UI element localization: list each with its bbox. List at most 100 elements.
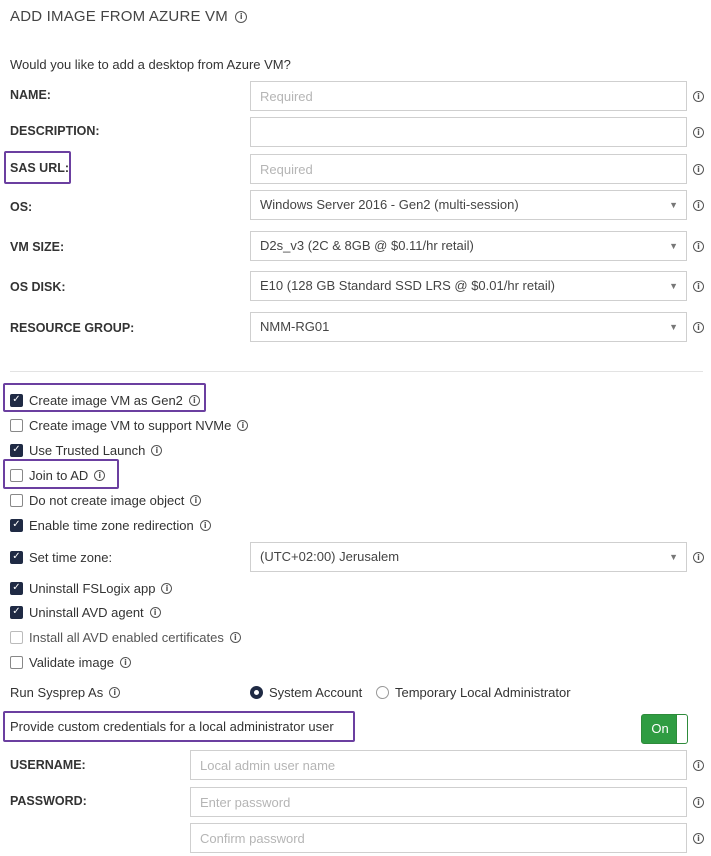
radio-label: System Account <box>269 684 363 700</box>
sas-url-input[interactable] <box>250 154 687 184</box>
custom-credentials-label: Provide custom credentials for a local a… <box>10 719 334 734</box>
info-icon[interactable]: i <box>188 394 200 406</box>
info-icon[interactable]: i <box>120 656 132 668</box>
timezone-info-icon[interactable]: i <box>693 552 704 563</box>
resource-group-select[interactable]: NMM-RG01 ▼ <box>250 312 687 342</box>
option-label: Install all AVD enabled certificates <box>29 629 224 645</box>
option-create-gen2[interactable]: Create image VM as Gen2 i <box>10 390 200 410</box>
option-timezone-redirection[interactable]: Enable time zone redirection i <box>10 515 211 535</box>
os-disk-select[interactable]: E10 (128 GB Standard SSD LRS @ $0.01/hr … <box>250 271 687 301</box>
description-label: DESCRIPTION: <box>10 124 100 138</box>
page-subtitle: Would you like to add a desktop from Azu… <box>10 57 291 72</box>
option-set-timezone[interactable]: Set time zone: <box>10 547 112 567</box>
password-label: PASSWORD: <box>10 794 87 808</box>
sysprep-label-text: Run Sysprep As <box>10 684 104 700</box>
option-join-ad[interactable]: Join to AD i <box>10 465 106 485</box>
sas-url-info-icon[interactable]: i <box>693 164 704 175</box>
chevron-down-icon: ▼ <box>669 322 678 332</box>
checkbox-checked[interactable] <box>10 605 23 619</box>
option-label: Create image VM as Gen2 <box>29 392 183 408</box>
password-input[interactable] <box>190 787 687 817</box>
custom-credentials-toggle[interactable]: On <box>641 714 688 744</box>
vm-size-select[interactable]: D2s_v3 (2C & 8GB @ $0.11/hr retail) ▼ <box>250 231 687 261</box>
option-uninstall-fslogix[interactable]: Uninstall FSLogix app i <box>10 578 173 598</box>
os-select[interactable]: Windows Server 2016 - Gen2 (multi-sessio… <box>250 190 687 220</box>
checkbox-checked[interactable] <box>10 518 23 532</box>
info-icon[interactable]: i <box>161 582 173 594</box>
confirm-password-info-icon[interactable]: i <box>693 833 704 844</box>
vm-size-label: VM SIZE: <box>10 240 65 254</box>
radio-system-account[interactable]: System Account <box>250 682 362 702</box>
os-disk-label: OS DISK: <box>10 280 66 294</box>
resource-group-label: RESOURCE GROUP: <box>10 321 135 335</box>
checkbox-checked[interactable] <box>10 550 23 564</box>
checkbox-unchecked[interactable] <box>10 630 23 644</box>
option-label: Uninstall AVD agent <box>29 604 144 620</box>
option-label: Enable time zone redirection <box>29 517 194 533</box>
radio-temp-local-admin[interactable]: Temporary Local Administrator <box>376 682 571 702</box>
option-label: Do not create image object <box>29 492 185 508</box>
info-icon[interactable]: i <box>109 686 121 698</box>
checkbox-unchecked[interactable] <box>10 468 23 482</box>
confirm-password-input[interactable] <box>190 823 687 853</box>
option-label: Create image VM to support NVMe <box>29 417 232 433</box>
os-label: OS: <box>10 200 33 214</box>
resource-group-info-icon[interactable]: i <box>693 322 704 333</box>
checkbox-unchecked[interactable] <box>10 418 23 432</box>
vm-size-info-icon[interactable]: i <box>693 241 704 252</box>
name-input[interactable] <box>250 81 687 111</box>
chevron-down-icon: ▼ <box>669 241 678 251</box>
option-label: Use Trusted Launch <box>29 442 146 458</box>
checkbox-checked[interactable] <box>10 393 23 407</box>
checkbox-unchecked[interactable] <box>10 493 23 507</box>
radio-unselected[interactable] <box>376 685 389 699</box>
timezone-select-value: (UTC+02:00) Jerusalem <box>260 549 400 564</box>
username-input[interactable] <box>190 750 687 780</box>
info-icon[interactable]: i <box>229 631 241 643</box>
chevron-down-icon: ▼ <box>669 281 678 291</box>
os-disk-select-value: E10 (128 GB Standard SSD LRS @ $0.01/hr … <box>260 278 556 293</box>
option-trusted-launch[interactable]: Use Trusted Launch i <box>10 440 163 460</box>
option-label: Set time zone: <box>29 549 113 565</box>
toggle-knob <box>676 715 687 743</box>
username-label: USERNAME: <box>10 758 86 772</box>
option-no-image-object[interactable]: Do not create image object i <box>10 490 202 510</box>
info-icon[interactable]: i <box>94 469 106 481</box>
info-icon[interactable]: i <box>199 519 211 531</box>
chevron-down-icon: ▼ <box>669 200 678 210</box>
option-label: Validate image <box>29 654 115 670</box>
radio-selected[interactable] <box>250 685 263 699</box>
page-title-text: ADD IMAGE FROM AZURE VM <box>10 8 228 25</box>
chevron-down-icon: ▼ <box>669 552 678 562</box>
option-label: Join to AD <box>29 467 89 483</box>
name-label: NAME: <box>10 88 51 102</box>
password-info-icon[interactable]: i <box>693 797 704 808</box>
option-uninstall-avd-agent[interactable]: Uninstall AVD agent i <box>10 602 161 622</box>
radio-label: Temporary Local Administrator <box>395 684 571 700</box>
info-icon[interactable]: i <box>190 494 202 506</box>
info-icon[interactable]: i <box>235 11 248 23</box>
username-info-icon[interactable]: i <box>693 760 704 771</box>
name-info-icon[interactable]: i <box>693 91 704 102</box>
info-icon[interactable]: i <box>237 419 249 431</box>
sysprep-label: Run Sysprep As i <box>10 682 121 702</box>
option-label: Uninstall FSLogix app <box>29 580 156 596</box>
option-validate-image[interactable]: Validate image i <box>10 652 132 672</box>
os-select-value: Windows Server 2016 - Gen2 (multi-sessio… <box>260 197 519 212</box>
option-support-nvme[interactable]: Create image VM to support NVMe i <box>10 415 249 435</box>
description-info-icon[interactable]: i <box>693 127 704 138</box>
info-icon[interactable]: i <box>151 444 163 456</box>
checkbox-checked[interactable] <box>10 581 23 595</box>
description-input[interactable] <box>250 117 687 147</box>
option-install-avd-certificates[interactable]: Install all AVD enabled certificates i <box>10 627 241 647</box>
info-icon[interactable]: i <box>149 606 161 618</box>
os-info-icon[interactable]: i <box>693 200 704 211</box>
sas-url-label: SAS URL: <box>10 161 70 175</box>
vm-size-select-value: D2s_v3 (2C & 8GB @ $0.11/hr retail) <box>260 238 474 253</box>
checkbox-unchecked[interactable] <box>10 655 23 669</box>
timezone-select[interactable]: (UTC+02:00) Jerusalem ▼ <box>250 542 687 572</box>
page-title: ADD IMAGE FROM AZURE VM i <box>10 8 248 25</box>
resource-group-select-value: NMM-RG01 <box>260 319 330 334</box>
os-disk-info-icon[interactable]: i <box>693 281 704 292</box>
checkbox-checked[interactable] <box>10 443 23 457</box>
